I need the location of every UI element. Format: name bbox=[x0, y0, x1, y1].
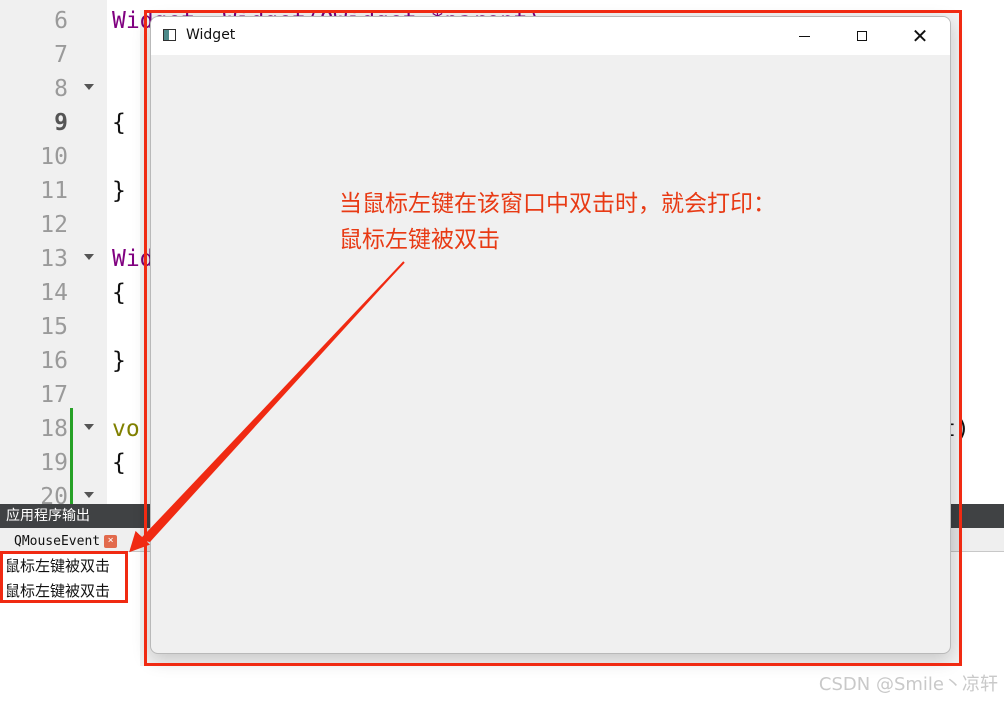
watermark: CSDN @Smile丶凉轩 bbox=[818, 674, 998, 695]
annotation-arrow bbox=[129, 261, 405, 553]
